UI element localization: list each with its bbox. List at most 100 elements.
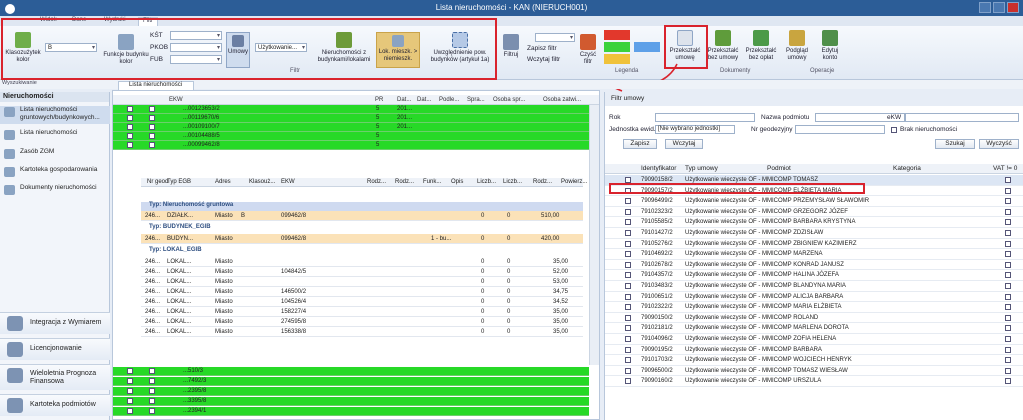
row-checkbox[interactable]: [625, 219, 631, 226]
table-row[interactable]: ...00109100/7 5 201...: [113, 123, 589, 132]
wczytaj-filtr-button[interactable]: Wczytaj filtr: [527, 56, 560, 63]
expand-checkbox[interactable]: [127, 378, 133, 384]
contract-row[interactable]: 79104357/2 Użytkowanie wieczyste OF - M MI…: [605, 270, 1023, 281]
row-checkbox[interactable]: [149, 398, 155, 404]
nav-prognoza[interactable]: Wieloletnia Prognoza Finansowa: [0, 364, 110, 390]
table-row[interactable]: ...3395/8: [113, 397, 589, 406]
table-row[interactable]: ...2395/8: [113, 387, 589, 396]
row-checkbox[interactable]: [149, 133, 155, 139]
contract-row[interactable]: 79105585/2 Użytkowanie wieczyste OF - M MI…: [605, 217, 1023, 228]
vat-checkbox[interactable]: [1005, 283, 1011, 289]
czysc-filtr-button[interactable]: Czyść filtr: [577, 34, 599, 66]
minimize-icon[interactable]: [979, 2, 991, 13]
table-row[interactable]: ...00104488/5 5: [113, 132, 589, 141]
row-checkbox[interactable]: [625, 314, 631, 321]
nav-licencjonowanie[interactable]: Licencjonowanie: [0, 338, 110, 360]
table-row[interactable]: ...00123653/2 5 201...: [113, 105, 589, 114]
contract-row[interactable]: 79090160/2 Użytkowanie wieczyste OF - M MI…: [605, 376, 1023, 387]
row-checkbox[interactable]: [149, 115, 155, 121]
vat-checkbox[interactable]: [1005, 187, 1011, 194]
lokal-row[interactable]: 246... LOKAL... Miasto 104526/4 0 0 34,52: [141, 297, 583, 307]
filter-select[interactable]: [535, 33, 575, 42]
expand-checkbox[interactable]: [127, 133, 133, 139]
nav-item-zasob-zgm[interactable]: Zasób ZGM: [0, 148, 110, 159]
expand-checkbox[interactable]: [127, 115, 133, 121]
contract-row[interactable]: 79090195/2 Użytkowanie wieczyste OF - M MI…: [605, 345, 1023, 356]
contract-row[interactable]: 79100651/2 Użytkowanie wieczyste OF - M MI…: [605, 292, 1023, 303]
podglad-umowy-button[interactable]: Podgląd umowy: [782, 30, 812, 62]
nav-item-lista-nieruchomosci[interactable]: Lista nieruchomości: [0, 129, 110, 140]
vat-checkbox[interactable]: [1005, 261, 1011, 268]
lokal-row[interactable]: 246... LOKAL... Miasto 274595/8 0 0 35,00: [141, 317, 583, 327]
vat-checkbox[interactable]: [1005, 272, 1011, 279]
filtruj-button[interactable]: Filtruj: [500, 34, 522, 59]
contract-row[interactable]: 79096499/2 Użytkowanie wieczyste OF - M MI…: [605, 196, 1023, 207]
row-checkbox[interactable]: [149, 106, 155, 112]
jednostka-select[interactable]: [Nie wybrano jednostki]: [655, 125, 735, 134]
vat-checkbox[interactable]: [1005, 177, 1011, 183]
row-checkbox[interactable]: [149, 388, 155, 394]
table-row[interactable]: ...510/3: [113, 367, 589, 376]
lokal-row[interactable]: 246... LOKAL... Miasto 156338/8 0 0 35,00: [141, 327, 583, 337]
row-checkbox[interactable]: [625, 346, 631, 353]
vat-checkbox[interactable]: [1005, 367, 1011, 374]
expand-checkbox[interactable]: [127, 124, 133, 130]
row-checkbox[interactable]: [625, 357, 631, 364]
vat-checkbox[interactable]: [1005, 336, 1011, 342]
contract-row[interactable]: 79090150/2 Użytkowanie wieczyste OF - M MI…: [605, 313, 1023, 324]
expand-checkbox[interactable]: [127, 142, 133, 148]
row-checkbox[interactable]: [625, 261, 631, 268]
brak-checkbox[interactable]: [891, 127, 897, 133]
contract-row[interactable]: 79101703/2 Użytkowanie wieczyste OF - M MI…: [605, 355, 1023, 366]
vat-checkbox[interactable]: [1005, 251, 1011, 258]
contract-row[interactable]: 79105276/2 Użytkowanie wieczyste OF - M MI…: [605, 239, 1023, 250]
contract-row[interactable]: 79103483/2 Użytkowanie wieczyste OF - M MI…: [605, 281, 1023, 292]
row-checkbox[interactable]: [625, 208, 631, 215]
lokal-row[interactable]: 246... LOKAL... Miasto 0 0 53,00: [141, 277, 583, 287]
expand-checkbox[interactable]: [127, 388, 133, 394]
nav-item-lista-gruntowych[interactable]: Lista nieruchomości gruntowych/budynkowy…: [0, 106, 110, 124]
row-checkbox[interactable]: [149, 142, 155, 148]
row-checkbox[interactable]: [149, 124, 155, 130]
row-checkbox[interactable]: [625, 251, 631, 258]
row-checkbox[interactable]: [625, 198, 631, 205]
vat-checkbox[interactable]: [1005, 304, 1011, 311]
row-checkbox[interactable]: [625, 240, 631, 247]
row-checkbox[interactable]: [625, 272, 631, 279]
przeksztalc-bez-umowy-button[interactable]: Przekształć bez umowy: [706, 30, 740, 62]
row-checkbox[interactable]: [149, 368, 155, 374]
row-checkbox[interactable]: [625, 304, 631, 311]
edytuj-konto-button[interactable]: Edytuj konto: [815, 30, 845, 62]
contract-row[interactable]: 79102322/2 Użytkowanie wieczyste OF - M MI…: [605, 302, 1023, 313]
row-checkbox[interactable]: [625, 336, 631, 342]
vat-checkbox[interactable]: [1005, 240, 1011, 247]
close-icon[interactable]: [1007, 2, 1019, 13]
nav-integracja[interactable]: Integracja z Wymiarem: [0, 312, 110, 334]
lokal-row[interactable]: 246... LOKAL... Miasto 158227/4 0 0 35,00: [141, 307, 583, 317]
przeksztalc-bez-oplat-button[interactable]: Przekształć bez opłat: [744, 30, 778, 62]
expand-checkbox[interactable]: [127, 408, 133, 414]
vat-checkbox[interactable]: [1005, 198, 1011, 205]
row-checkbox[interactable]: [625, 325, 631, 332]
row-checkbox[interactable]: [625, 367, 631, 374]
row-checkbox[interactable]: [625, 283, 631, 289]
vat-checkbox[interactable]: [1005, 314, 1011, 321]
szukaj-button[interactable]: Szukaj: [935, 139, 975, 149]
contract-row[interactable]: 79102323/2 Użytkowanie wieczyste OF - M MI…: [605, 207, 1023, 218]
vat-checkbox[interactable]: [1005, 230, 1011, 236]
nav-kartoteka-podmiotow[interactable]: Kartoteka podmiotów: [0, 394, 110, 416]
vat-checkbox[interactable]: [1005, 378, 1011, 385]
row-checkbox[interactable]: [149, 378, 155, 384]
app-logo[interactable]: [3, 2, 17, 16]
rok-input[interactable]: [655, 113, 755, 122]
row-checkbox[interactable]: [625, 378, 631, 385]
vat-checkbox[interactable]: [1005, 346, 1011, 353]
grunt-row[interactable]: 246... DZIAŁK... Miasto B 099462/8 0 0 510,00: [141, 211, 583, 221]
lokal-row[interactable]: 246... LOKAL... Miasto 146500/2 0 0 34,75: [141, 287, 583, 297]
contract-row[interactable]: 79104096/2 Użytkowanie wieczyste OF - M MI…: [605, 334, 1023, 345]
table-row[interactable]: ...00119670/6 5 201...: [113, 114, 589, 123]
contract-row[interactable]: 79104692/2 Użytkowanie wieczyste OF - M MI…: [605, 249, 1023, 260]
wyczysc-button[interactable]: Wyczyść: [979, 139, 1019, 149]
budynek-row[interactable]: 246... BUDYN... Miasto 099462/8 1 - bu... 0 0 4…: [141, 234, 583, 244]
row-checkbox[interactable]: [625, 230, 631, 236]
